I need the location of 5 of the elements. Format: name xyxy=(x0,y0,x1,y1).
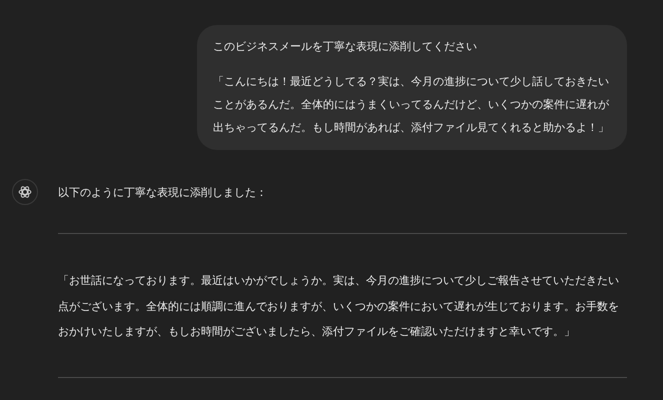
assistant-avatar-icon xyxy=(12,179,38,205)
message-text: このビジネスメールを丁寧な表現に添削してください xyxy=(213,39,478,55)
message-text: 「こんにちは！最近どうしてる？実は、今月の進捗について少し話しておきたいことがあるんだ。全体的にはうまくいってるんだけど、いくつかの案件に遅れが出ちゃってるんだ。もし時間があれば、添付ファイル見てくれると助かるよ！」 xyxy=(213,74,610,136)
response-text: 以下のように丁寧な表現に添削しました： xyxy=(58,185,268,201)
revised-email-text: 「お世話になっております。最近はいかがでしょうか。実は、今月の進捗について少しご報告させていただきたい点がございます。全体的には順調に進んでおりますが、いくつかの案件において遅れが生じております。お手数をおかけいたしますが、もしお時間がございましたら、添付ファイルをご確認いただけますと幸いです。」 xyxy=(58,273,620,340)
